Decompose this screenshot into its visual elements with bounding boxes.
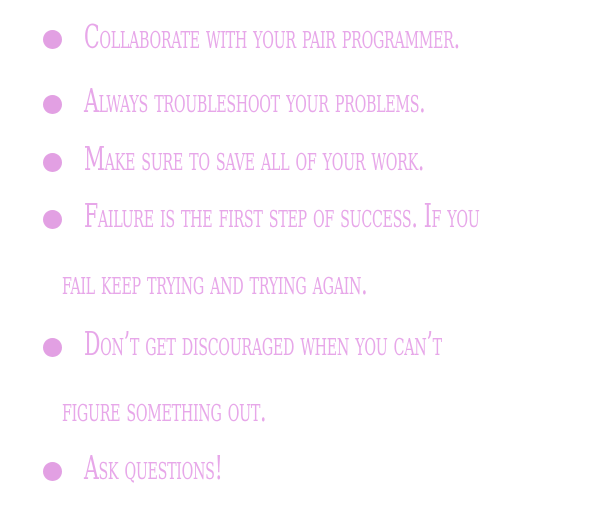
bullet-dot-icon <box>43 338 62 357</box>
bullet-text: Make sure to save all of your work. <box>84 139 425 178</box>
bullet-text-continued: fail keep trying and trying again. <box>62 263 368 302</box>
bullet-dot-icon <box>43 95 62 114</box>
bullet-text-continued: figure something out. <box>62 390 267 429</box>
bullet-text: Failure is the first step of success. If… <box>84 196 480 235</box>
bullet-dot-icon <box>43 210 62 229</box>
bullet-dot-icon <box>43 462 62 481</box>
bullet-dot-icon <box>43 153 62 172</box>
bullet-dot-icon <box>43 30 62 49</box>
bullet-text: Collaborate with your pair programmer. <box>84 17 460 56</box>
bullet-text: Ask questions! <box>84 448 223 487</box>
slide: Collaborate with your pair programmer. A… <box>0 0 611 517</box>
bullet-text: Always troubleshoot your problems. <box>84 81 426 120</box>
bullet-text: Don’t get discouraged when you can’t <box>84 324 442 363</box>
